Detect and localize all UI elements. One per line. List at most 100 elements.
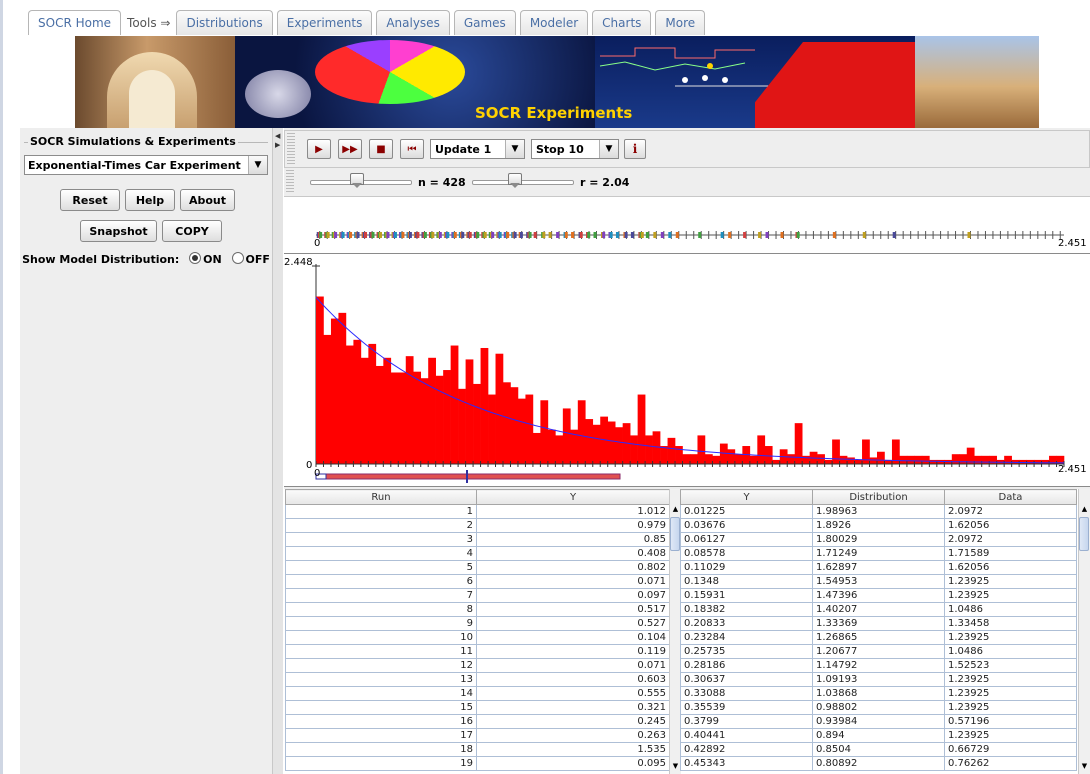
data-cell[interactable]: 0.66729	[944, 742, 1077, 757]
dist-y-cell[interactable]: 0.3799	[680, 714, 813, 729]
reset-toolbar-button[interactable]: ⏮	[400, 139, 424, 159]
distribution-cell[interactable]: 1.03868	[812, 686, 945, 701]
table-row[interactable]: 15 0.321	[285, 700, 670, 715]
scroll-thumb[interactable]	[1079, 517, 1089, 551]
distribution-cell[interactable]: 1.20677	[812, 644, 945, 659]
dist-y-cell[interactable]: 0.30637	[680, 672, 813, 687]
table-row[interactable]: 0.15931 1.47396 1.23925	[680, 588, 1077, 603]
dist-y-cell[interactable]: 0.20833	[680, 616, 813, 631]
table-row[interactable]: 5 0.802	[285, 560, 670, 575]
run-cell[interactable]: 9	[285, 616, 477, 631]
data-cell[interactable]: 1.0486	[944, 644, 1077, 659]
distribution-cell[interactable]: 1.09193	[812, 672, 945, 687]
data-cell[interactable]: 0.76262	[944, 756, 1077, 771]
dist-y-cell[interactable]: 0.1348	[680, 574, 813, 589]
tab-socr-home[interactable]: SOCR Home	[28, 10, 122, 35]
distribution-cell[interactable]: 0.8504	[812, 742, 945, 757]
stop-select[interactable]: Stop 10 ▼	[531, 139, 619, 159]
run-cell[interactable]: 7	[285, 588, 477, 603]
scroll-thumb[interactable]	[670, 517, 680, 551]
scroll-up-icon[interactable]: ▲	[1079, 505, 1090, 515]
table-row[interactable]: 3 0.85	[285, 532, 670, 547]
distribution-cell[interactable]: 0.98802	[812, 700, 945, 715]
distribution-cell[interactable]: 1.47396	[812, 588, 945, 603]
distribution-cell[interactable]: 1.40207	[812, 602, 945, 617]
table-row[interactable]: 2 0.979	[285, 518, 670, 533]
table-row[interactable]: 1 1.012	[285, 504, 670, 519]
data-cell[interactable]: 1.52523	[944, 658, 1077, 673]
experiment-select[interactable]: Exponential-Times Car Experiment ▼	[24, 155, 268, 175]
table-row[interactable]: 7 0.097	[285, 588, 670, 603]
table-row[interactable]: 0.11029 1.62897 1.62056	[680, 560, 1077, 575]
run-cell[interactable]: 1	[285, 504, 477, 519]
step-button[interactable]: ▶	[307, 139, 331, 159]
data-cell[interactable]: 0.57196	[944, 714, 1077, 729]
tab-analyses[interactable]: Analyses	[376, 10, 450, 35]
y-cell[interactable]: 1.012	[476, 504, 670, 519]
distribution-cell[interactable]: 0.80892	[812, 756, 945, 771]
table-row[interactable]: 0.45343 0.80892 0.76262	[680, 756, 1077, 771]
table-row[interactable]: 12 0.071	[285, 658, 670, 673]
data-cell[interactable]: 2.0972	[944, 532, 1077, 547]
run-cell[interactable]: 15	[285, 700, 477, 715]
run-cell[interactable]: 8	[285, 602, 477, 617]
distribution-cell[interactable]: 1.26865	[812, 630, 945, 645]
table-row[interactable]: 0.30637 1.09193 1.23925	[680, 672, 1077, 687]
table-row[interactable]: 9 0.527	[285, 616, 670, 631]
y-cell[interactable]: 0.603	[476, 672, 670, 687]
table-row[interactable]: 0.42892 0.8504 0.66729	[680, 742, 1077, 757]
run-cell[interactable]: 2	[285, 518, 477, 533]
table-row[interactable]: 6 0.071	[285, 574, 670, 589]
help-button[interactable]: Help	[125, 189, 175, 211]
dist-y-cell[interactable]: 0.11029	[680, 560, 813, 575]
data-cell[interactable]: 1.71589	[944, 546, 1077, 561]
distribution-cell[interactable]: 1.98963	[812, 504, 945, 519]
copy-button[interactable]: COPY	[162, 220, 222, 242]
dist-y-cell[interactable]: 0.08578	[680, 546, 813, 561]
collapse-arrows-icon[interactable]: ◀ ▶	[275, 132, 280, 150]
y-cell[interactable]: 0.802	[476, 560, 670, 575]
dist-y-column-header[interactable]: Y	[680, 489, 813, 505]
dist-y-cell[interactable]: 0.35539	[680, 700, 813, 715]
info-button[interactable]: i	[624, 139, 646, 159]
radio-off[interactable]	[231, 252, 244, 264]
distribution-cell[interactable]: 1.62897	[812, 560, 945, 575]
dist-y-cell[interactable]: 0.03676	[680, 518, 813, 533]
run-button[interactable]: ▶▶	[338, 139, 362, 159]
table-row[interactable]: 0.18382 1.40207 1.0486	[680, 602, 1077, 617]
table-row[interactable]: 11 0.119	[285, 644, 670, 659]
y-cell[interactable]: 0.321	[476, 700, 670, 715]
y-cell[interactable]: 0.095	[476, 756, 670, 771]
tab-distributions[interactable]: Distributions	[176, 10, 273, 35]
data-cell[interactable]: 1.23925	[944, 700, 1077, 715]
r-slider-thumb[interactable]	[508, 173, 522, 188]
run-cell[interactable]: 16	[285, 714, 477, 729]
run-column-header[interactable]: Run	[285, 489, 477, 505]
tab-charts[interactable]: Charts	[592, 10, 652, 35]
run-cell[interactable]: 12	[285, 658, 477, 673]
data-column-header[interactable]: Data	[944, 489, 1077, 505]
dist-y-cell[interactable]: 0.01225	[680, 504, 813, 519]
run-cell[interactable]: 14	[285, 686, 477, 701]
run-cell[interactable]: 10	[285, 630, 477, 645]
table-row[interactable]: 13 0.603	[285, 672, 670, 687]
y-cell[interactable]: 1.535	[476, 742, 670, 757]
y-cell[interactable]: 0.245	[476, 714, 670, 729]
data-cell[interactable]: 1.33458	[944, 616, 1077, 631]
dist-y-cell[interactable]: 0.06127	[680, 532, 813, 547]
dist-y-cell[interactable]: 0.15931	[680, 588, 813, 603]
table-row[interactable]: 0.01225 1.98963 2.0972	[680, 504, 1077, 519]
dist-y-cell[interactable]: 0.28186	[680, 658, 813, 673]
snapshot-button[interactable]: Snapshot	[80, 220, 157, 242]
distribution-cell[interactable]: 1.80029	[812, 532, 945, 547]
radio-on[interactable]	[189, 252, 202, 264]
table-row[interactable]: 0.06127 1.80029 2.0972	[680, 532, 1077, 547]
table-row[interactable]: 0.20833 1.33369 1.33458	[680, 616, 1077, 631]
y-cell[interactable]: 0.071	[476, 574, 670, 589]
run-cell[interactable]: 19	[285, 756, 477, 771]
run-cell[interactable]: 4	[285, 546, 477, 561]
distribution-table-scrollbar[interactable]: ▲ ▼	[1078, 489, 1090, 774]
table-row[interactable]: 19 0.095	[285, 756, 670, 771]
table-row[interactable]: 0.08578 1.71249 1.71589	[680, 546, 1077, 561]
table-row[interactable]: 0.3799 0.93984 0.57196	[680, 714, 1077, 729]
